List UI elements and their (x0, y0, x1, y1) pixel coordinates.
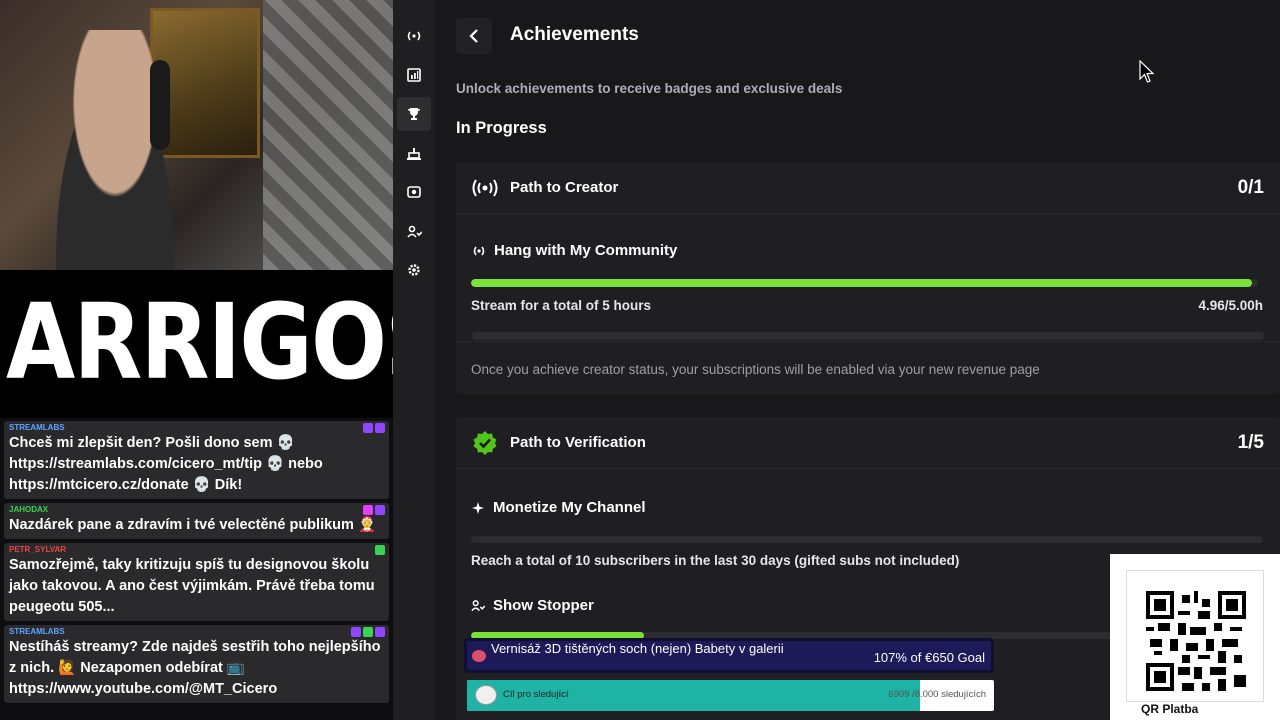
badge-icon (375, 545, 385, 555)
qr-code-icon (1146, 591, 1246, 691)
card-count: 1/5 (1237, 431, 1264, 453)
chevron-left-icon (469, 29, 478, 43)
broadcast-icon[interactable] (397, 19, 431, 53)
sparkle-icon (472, 501, 484, 514)
trophy-icon[interactable] (397, 97, 431, 131)
progress-bar-community (471, 279, 1258, 287)
chat-message: STREAMLABS Chceš mi zlepšit den? Pošli d… (4, 421, 389, 499)
card-header[interactable]: Path to Creator 0/1 (456, 162, 1280, 214)
page-title: Achievements (510, 24, 639, 45)
chat-body: Nestíháš streamy? Zde najdeš sestřih toh… (9, 639, 381, 697)
follower-goal-value: 6909 /8.000 sledujících (888, 689, 986, 700)
qr-frame (1126, 570, 1264, 702)
divider (456, 341, 1280, 342)
cake-icon[interactable] (397, 136, 431, 170)
task-description: Reach a total of 10 subscribers in the l… (471, 553, 960, 568)
card-count: 0/1 (1237, 176, 1264, 198)
badge-icon (363, 423, 373, 433)
acoustic-foam (263, 0, 393, 270)
page-subtitle: Unlock achievements to receive badges an… (456, 81, 843, 96)
card-header[interactable]: Path to Verification 1/5 (456, 417, 1280, 469)
card-title: Path to Creator (510, 179, 619, 196)
chat-body: Samozřejmě, taky kritizuju spíš tu desig… (9, 557, 375, 615)
mouse-cursor-icon (1139, 60, 1155, 83)
back-button[interactable] (456, 18, 492, 54)
chat-username: STREAMLABS (9, 423, 65, 432)
progress-bar (472, 332, 1264, 340)
badge-icon (363, 505, 373, 515)
chat-message: JAHODAX Nazdárek pane a zdravím i tvé ve… (4, 503, 389, 539)
badge-icon (351, 627, 361, 637)
badge-icon (375, 627, 385, 637)
users-icon (471, 600, 485, 612)
headset (150, 60, 170, 150)
camera-icon[interactable] (397, 175, 431, 209)
chat-body: Chceš mi zlepšit den? Pošli dono sem 💀 h… (9, 435, 323, 493)
chat-body: Nazdárek pane a zdravím i tvé velectěné … (9, 517, 376, 533)
heart-icon (472, 650, 486, 662)
chat-username: JAHODAX (9, 505, 49, 514)
task-title-row: Monetize My Channel (471, 499, 646, 516)
follower-goal-label: Cíl pro sledující (503, 689, 569, 700)
section-title: In Progress (456, 119, 547, 137)
progress-bar-monetize (471, 536, 1263, 543)
dashboard-sidebar (393, 0, 435, 720)
progress-fill (471, 279, 1252, 287)
creator-note: Once you achieve creator status, your su… (471, 362, 1040, 377)
task-description: Stream for a total of 5 hours (471, 298, 652, 313)
chat-message: STREAMLABS Nestíháš streamy? Zde najdeš … (4, 625, 389, 703)
achievement-card-creator: Path to Creator 0/1 Hang with My Communi… (456, 162, 1280, 394)
achievement-task: Hang with My Community (456, 214, 1280, 342)
goal-text: Vernisáž 3D tištěných soch (nejen) Babet… (491, 641, 784, 656)
follower-goal-widget: Cíl pro sledující 6909 /8.000 sledujícíc… (467, 680, 994, 711)
badge-icon (375, 505, 385, 515)
chat-overlay: STREAMLABS Chceš mi zlepšit den? Pošli d… (0, 418, 393, 720)
task-title-row: Show Stopper (471, 597, 594, 614)
broadcast-icon (472, 178, 498, 197)
task-requirement: Stream for a total of 5 hours 4.96/5.00h (471, 298, 1263, 313)
task-title-row: Hang with My Community (472, 242, 677, 259)
task-title: Hang with My Community (494, 242, 678, 259)
qr-payment-widget: QR Platba (1110, 554, 1280, 720)
card-title: Path to Verification (510, 434, 646, 451)
verified-badge-icon (473, 430, 497, 455)
chat-username: PETR_SYLVAR (9, 545, 67, 554)
badge-icon (363, 627, 373, 637)
donation-goal-widget: Vernisáž 3D tištěných soch (nejen) Babet… (464, 638, 994, 673)
task-title: Show Stopper (493, 597, 594, 614)
goal-value: 107% of €650 Goal (873, 650, 985, 665)
badge-icon (375, 423, 385, 433)
qr-label: QR Platba (1141, 702, 1199, 716)
task-progress-value: 4.96/5.00h (1198, 298, 1263, 313)
chat-username: STREAMLABS (9, 627, 65, 636)
task-title: Monetize My Channel (493, 499, 646, 516)
webcam-feed (0, 0, 393, 270)
gear-icon[interactable] (397, 253, 431, 287)
chat-message: PETR_SYLVAR Samozřejmě, taky kritizuju s… (4, 543, 389, 621)
mascot-icon (475, 685, 497, 705)
users-icon[interactable] (397, 214, 431, 248)
broadcast-icon (473, 246, 485, 255)
chart-icon[interactable] (397, 58, 431, 92)
logo-text: ARRIGOS (6, 281, 393, 403)
channel-logo: ARRIGOS (0, 270, 393, 418)
